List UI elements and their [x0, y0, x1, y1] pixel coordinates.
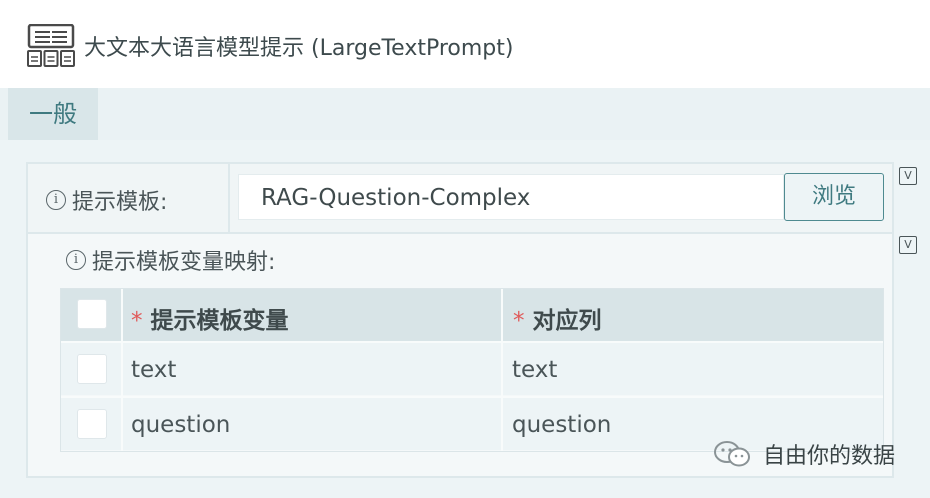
title-bar: 大文本大语言模型提示 (LargeTextPrompt): [0, 0, 930, 88]
prompt-template-label: i 提示模板:: [46, 184, 167, 216]
tab-strip: 一般: [0, 88, 930, 140]
collapse-toggle-icon[interactable]: V: [899, 167, 917, 185]
column-header-column[interactable]: * 对应列: [513, 301, 602, 335]
browse-button[interactable]: 浏览: [784, 173, 884, 221]
info-icon[interactable]: i: [46, 190, 66, 210]
prompt-template-input[interactable]: RAG-Question-Complex: [238, 174, 784, 220]
wechat-icon: [714, 441, 750, 467]
table-row: text text: [61, 341, 883, 395]
info-icon[interactable]: i: [66, 250, 86, 270]
variable-mapping-table: * 提示模板变量 * 对应列 text text question question: [60, 288, 884, 452]
row-checkbox[interactable]: [77, 409, 107, 439]
tab-general[interactable]: 一般: [8, 88, 98, 140]
column-cell[interactable]: question: [512, 412, 611, 438]
column-header-variable[interactable]: * 提示模板变量: [131, 301, 289, 335]
collapse-toggle-icon[interactable]: V: [899, 236, 917, 254]
select-all-checkbox[interactable]: [77, 299, 107, 329]
window-title: 大文本大语言模型提示 (LargeTextPrompt): [84, 36, 514, 61]
variable-mapping-label: i 提示模板变量映射:: [66, 244, 275, 276]
column-divider: [501, 289, 503, 451]
column-divider: [121, 289, 123, 451]
watermark: 自由你的数据: [712, 438, 895, 470]
row-checkbox[interactable]: [77, 354, 107, 384]
book-grid-icon: [27, 24, 75, 67]
variable-cell[interactable]: text: [131, 357, 176, 383]
variable-cell[interactable]: question: [131, 412, 230, 438]
column-cell[interactable]: text: [512, 357, 557, 383]
table-header: * 提示模板变量 * 对应列: [61, 289, 883, 341]
